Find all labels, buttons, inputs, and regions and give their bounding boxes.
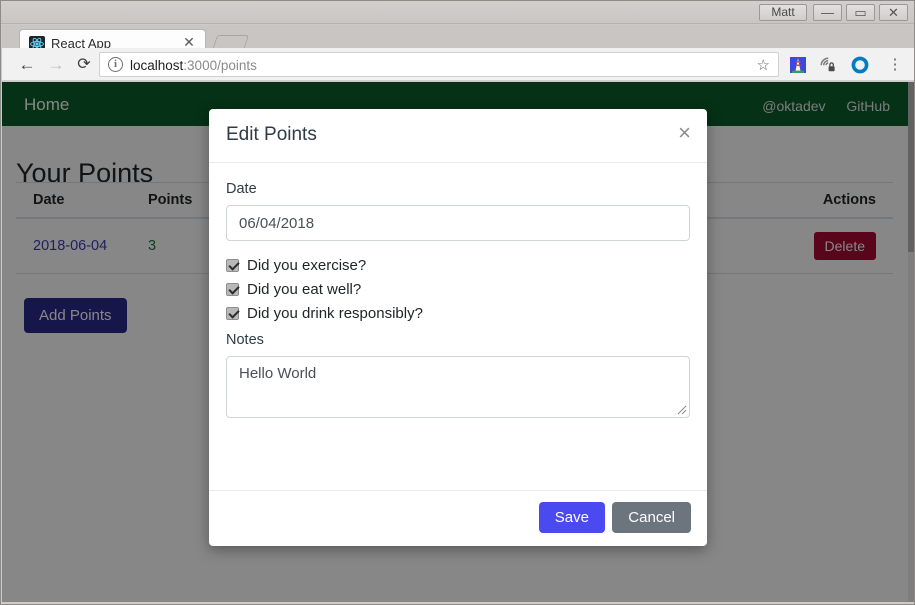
notes-wrapper: Hello World — [226, 356, 690, 418]
modal-body: Date Did you exercise? Did you eat well?… — [209, 163, 707, 490]
window-bottom-edge — [2, 602, 914, 604]
checkbox-row-drink-responsibly[interactable]: Did you drink responsibly? — [226, 302, 690, 326]
checkbox-row-eat-well[interactable]: Did you eat well? — [226, 278, 690, 302]
forward-icon[interactable]: → — [44, 53, 68, 77]
close-icon: ✕ — [880, 5, 907, 20]
chrome-menu-icon[interactable]: ⋮ — [886, 55, 904, 75]
checkbox-group: Did you exercise? Did you eat well? Did … — [226, 254, 690, 326]
url-host: localhost — [130, 58, 183, 73]
page-viewport: Home @oktadev GitHub Your Points Date Po… — [2, 82, 914, 604]
site-info-icon[interactable]: i — [108, 57, 123, 72]
notes-label: Notes — [226, 332, 690, 348]
user-profile-chip[interactable]: Matt — [759, 4, 807, 21]
minimize-icon: — — [814, 5, 841, 20]
checkbox-label-eat-well: Did you eat well? — [247, 281, 361, 298]
minimize-button[interactable]: — — [813, 4, 842, 21]
notes-textarea[interactable]: Hello World — [226, 356, 690, 418]
checkbox-label-drink-responsibly: Did you drink responsibly? — [247, 305, 423, 322]
tab-strip: React App ✕ — [2, 25, 914, 48]
reload-icon[interactable]: ⟳ — [72, 53, 96, 77]
shield-lock-icon[interactable] — [819, 56, 837, 74]
modal-close-icon[interactable]: × — [678, 121, 691, 145]
save-button[interactable]: Save — [539, 502, 605, 533]
checkbox-drink-responsibly[interactable] — [226, 307, 239, 320]
checkbox-exercise[interactable] — [226, 259, 239, 272]
url-text: localhost:3000/points — [130, 56, 257, 75]
okta-icon[interactable] — [851, 56, 869, 74]
checkbox-label-exercise: Did you exercise? — [247, 257, 366, 274]
browser-toolbar: ← → ⟳ i localhost:3000/points ☆ — [2, 48, 914, 81]
maximize-icon: ▭ — [847, 5, 874, 20]
browser-window: Matt — ▭ ✕ React App ✕ — [0, 0, 915, 605]
user-profile-label: Matt — [771, 5, 794, 19]
title-bar: Matt — ▭ ✕ — [1, 1, 914, 24]
edit-points-modal: Edit Points × Date Did you exercise? Did… — [209, 109, 707, 546]
url-path: :3000/points — [183, 58, 257, 73]
close-window-button[interactable]: ✕ — [879, 4, 908, 21]
checkbox-row-exercise[interactable]: Did you exercise? — [226, 254, 690, 278]
lighthouse-icon[interactable] — [789, 56, 807, 74]
checkbox-eat-well[interactable] — [226, 283, 239, 296]
date-input[interactable] — [226, 205, 690, 241]
modal-header: Edit Points × — [209, 109, 707, 163]
modal-title: Edit Points — [226, 124, 317, 146]
maximize-button[interactable]: ▭ — [846, 4, 875, 21]
back-icon[interactable]: ← — [15, 53, 39, 77]
date-label: Date — [226, 181, 690, 197]
modal-footer: Save Cancel — [209, 490, 707, 546]
bookmark-star-icon[interactable]: ☆ — [757, 57, 770, 74]
address-bar[interactable]: i localhost:3000/points ☆ — [99, 52, 779, 77]
cancel-button[interactable]: Cancel — [612, 502, 691, 533]
